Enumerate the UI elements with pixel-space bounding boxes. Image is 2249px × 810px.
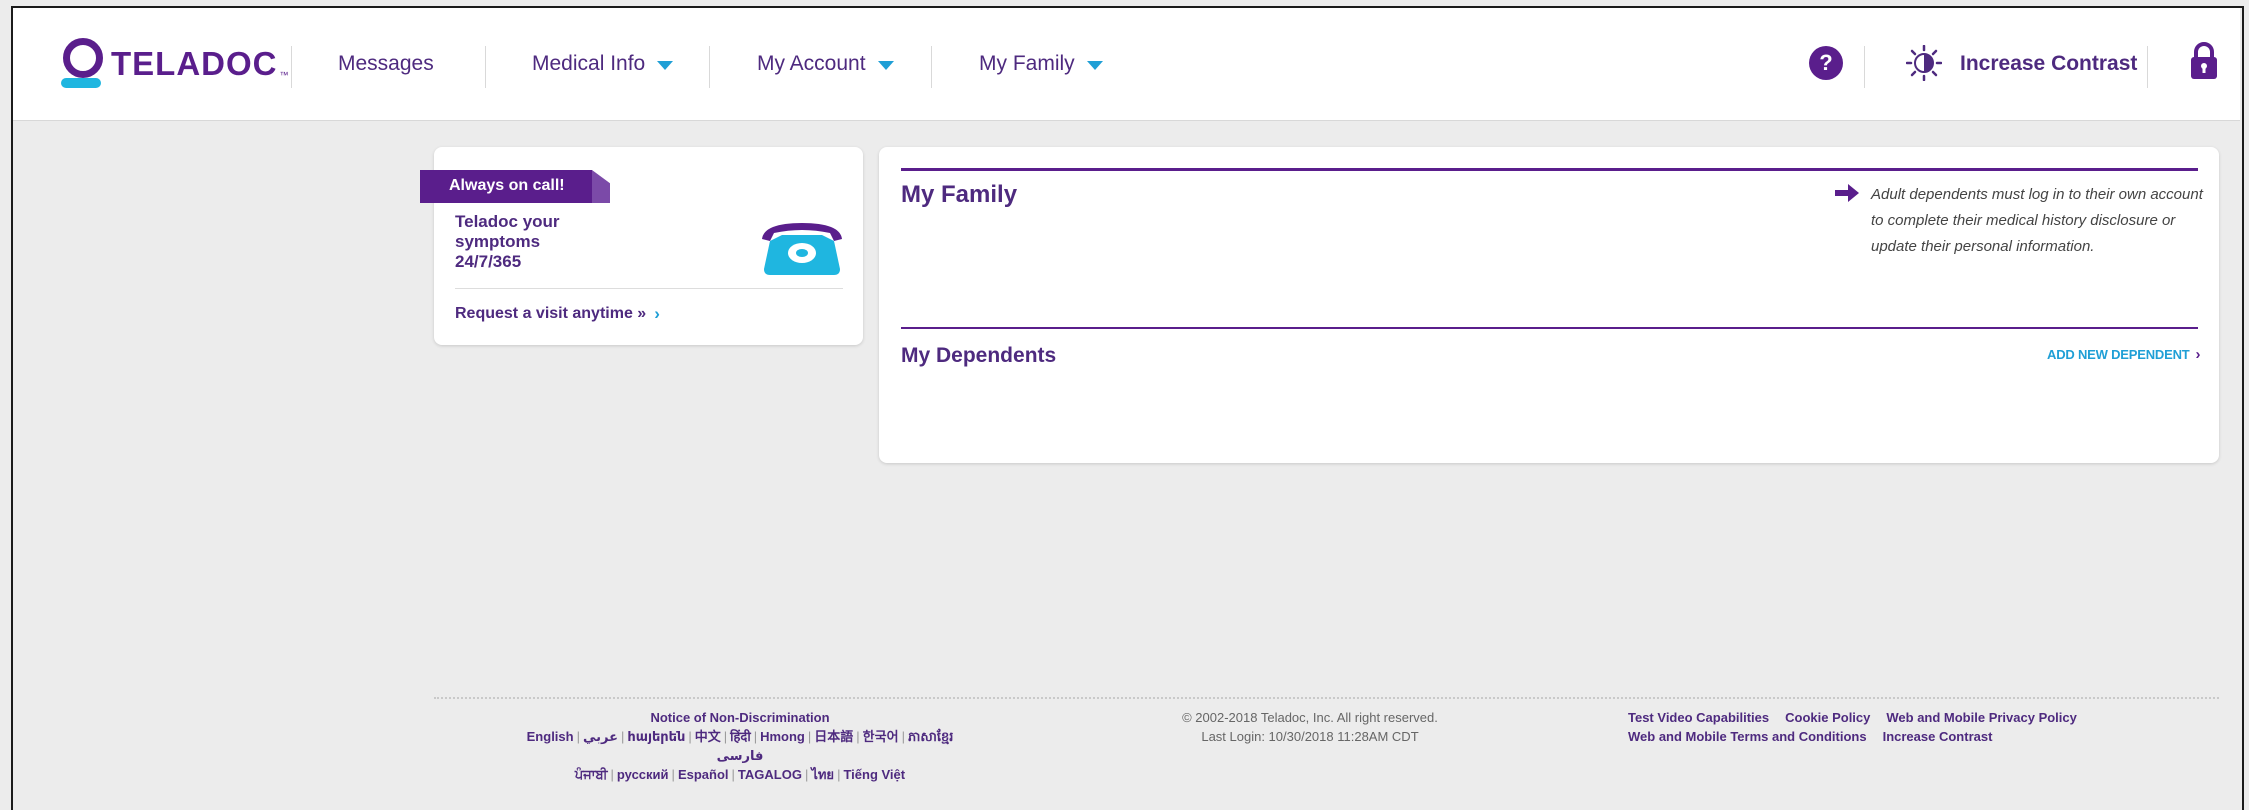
- nav-divider: [291, 46, 292, 88]
- notice-of-non-discrimination-link[interactable]: Notice of Non-Discrimination: [500, 708, 980, 727]
- language-list: English | عربي | հայերեն | 中文 | हिंदी | Hmong | 日本語 |…: [526, 729, 954, 744]
- nav-medical-info[interactable]: Medical Info: [532, 52, 674, 76]
- nav-my-account[interactable]: My Account: [757, 52, 894, 76]
- section-rule: [901, 327, 2198, 329]
- language-link[interactable]: 中文: [695, 729, 721, 744]
- nav-divider: [485, 46, 486, 88]
- promo-divider: [455, 288, 843, 289]
- ribbon-label: Always on call!: [449, 177, 565, 194]
- my-dependents-heading: My Dependents: [901, 344, 1057, 367]
- nav-divider: [1864, 46, 1865, 88]
- copyright-text: © 2002-2018 Teladoc, Inc. All right rese…: [1182, 710, 1438, 725]
- language-link[interactable]: عربي: [583, 729, 618, 744]
- language-link[interactable]: हिंदी: [730, 729, 751, 744]
- nav-divider: [709, 46, 710, 88]
- language-link[interactable]: English: [527, 729, 574, 744]
- test-video-link[interactable]: Test Video Capabilities: [1628, 710, 1769, 725]
- telephone-icon: [762, 223, 842, 275]
- promo-line: symptoms: [455, 232, 541, 251]
- terms-link[interactable]: Web and Mobile Terms and Conditions: [1628, 729, 1867, 744]
- language-link[interactable]: TAGALOG: [738, 767, 802, 782]
- add-new-dependent-link[interactable]: ADD NEW DEPENDENT ›: [2047, 346, 2200, 363]
- adult-dependents-note: Adult dependents must log in to their ow…: [1871, 186, 2203, 255]
- teladoc-logo-icon: [61, 38, 103, 90]
- nav-my-family-label: My Family: [979, 52, 1075, 75]
- question-circle-icon[interactable]: ?: [1809, 46, 1843, 80]
- nav-divider: [2147, 46, 2148, 88]
- language-link[interactable]: ไทย: [811, 767, 834, 782]
- top-navigation-bar: TELADOC ™ Messages Medical Info My Accou…: [13, 8, 2240, 121]
- request-visit-label: Request a visit anytime »: [455, 305, 647, 322]
- teladoc-logo[interactable]: TELADOC ™: [61, 34, 289, 94]
- language-link[interactable]: 日本語: [814, 729, 853, 744]
- language-link[interactable]: Español: [678, 767, 729, 782]
- caret-down-icon: [1086, 60, 1103, 70]
- language-link[interactable]: فارسی: [500, 746, 980, 765]
- cookie-policy-link[interactable]: Cookie Policy: [1785, 710, 1870, 725]
- language-link[interactable]: русский: [617, 767, 669, 782]
- promo-line: 24/7/365: [455, 252, 522, 271]
- privacy-policy-link[interactable]: Web and Mobile Privacy Policy: [1886, 710, 2077, 725]
- increase-contrast-toggle[interactable]: Increase Contrast: [1960, 52, 2137, 76]
- nav-medical-info-label: Medical Info: [532, 52, 646, 75]
- caret-down-icon: [877, 60, 894, 70]
- language-link[interactable]: Tiếng Việt: [843, 767, 905, 782]
- last-login-text: Last Login: 10/30/2018 11:28AM CDT: [1201, 729, 1419, 744]
- caret-down-icon: [657, 60, 674, 70]
- language-link[interactable]: ភាសាខ្មែរ: [908, 729, 953, 744]
- chevron-right-icon: ›: [2195, 346, 2201, 363]
- footer-copyright: © 2002-2018 Teladoc, Inc. All right rese…: [1140, 708, 1480, 746]
- nav-my-account-label: My Account: [757, 52, 866, 75]
- language-link[interactable]: հայերեն: [627, 729, 685, 744]
- nav-divider: [931, 46, 932, 88]
- language-list: ਪੰਜਾਬੀ | русский | Español | TAGALOG | ไทย | Tiếng…: [574, 767, 906, 782]
- footer-links: Test Video Capabilities Cookie Policy Web …: [1628, 708, 2218, 746]
- nav-my-family[interactable]: My Family: [979, 52, 1103, 76]
- footer-languages: Notice of Non-Discrimination English | عرب…: [500, 708, 980, 784]
- add-new-dependent-label: ADD NEW DEPENDENT: [2047, 347, 2190, 362]
- trademark: ™: [279, 70, 289, 80]
- footer-divider: [434, 697, 2219, 699]
- chevron-right-icon: ›: [654, 304, 660, 323]
- language-link[interactable]: Hmong: [760, 729, 805, 744]
- section-rule: [901, 168, 2198, 171]
- arrow-right-icon: [1835, 184, 1859, 202]
- nav-messages[interactable]: Messages: [338, 52, 434, 76]
- request-visit-link[interactable]: Request a visit anytime » ›: [455, 304, 660, 324]
- nav-messages-label: Messages: [338, 52, 434, 75]
- language-link[interactable]: 한국어: [863, 729, 899, 744]
- lock-icon[interactable]: [2189, 41, 2219, 81]
- page-title: My Family: [901, 181, 1018, 208]
- always-on-call-ribbon: Always on call!: [420, 170, 592, 203]
- footer-increase-contrast-link[interactable]: Increase Contrast: [1883, 729, 1993, 744]
- language-link[interactable]: ਪੰਜਾਬੀ: [575, 767, 608, 782]
- contrast-sun-icon[interactable]: [1906, 45, 1942, 81]
- brand-name: TELADOC: [111, 45, 278, 82]
- promo-line: Teladoc your: [455, 212, 560, 231]
